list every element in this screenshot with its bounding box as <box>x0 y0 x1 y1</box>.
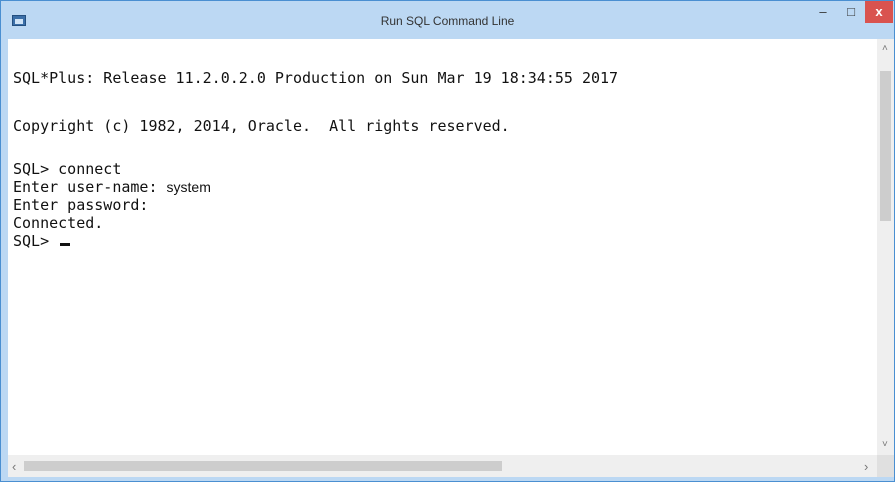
password-line: Enter password: <box>13 196 149 214</box>
title-bar[interactable]: Run SQL Command Line ‒ □ x <box>1 1 894 39</box>
scroll-down-arrow-icon[interactable]: ˅ <box>882 439 888 450</box>
user-name-value: system <box>166 179 211 195</box>
scroll-up-arrow-icon[interactable]: ˄ <box>882 43 888 54</box>
banner-line: SQL*Plus: Release 11.2.0.2.0 Production … <box>13 69 619 87</box>
status-line: Connected. <box>13 214 104 232</box>
user-name-line: Enter user-name: system <box>13 178 211 196</box>
user-name-label: Enter user-name: <box>13 178 167 196</box>
text-cursor <box>60 243 71 246</box>
console-output[interactable]: SQL*Plus: Release 11.2.0.2.0 Production … <box>8 39 877 455</box>
minimize-button[interactable]: ‒ <box>809 1 837 23</box>
horizontal-scrollbar[interactable]: ‹ › <box>8 455 877 477</box>
prompt-text: SQL> <box>13 232 59 250</box>
scroll-left-arrow-icon[interactable]: ‹ <box>12 459 16 474</box>
vertical-scrollbar[interactable]: ˄ ˅ <box>877 39 894 455</box>
horizontal-scroll-thumb[interactable] <box>24 461 502 471</box>
vertical-scroll-thumb[interactable] <box>880 71 891 221</box>
resize-grip[interactable] <box>877 455 894 477</box>
scroll-right-arrow-icon[interactable]: › <box>864 459 868 474</box>
copyright-line: Copyright (c) 1982, 2014, Oracle. All ri… <box>13 117 510 135</box>
maximize-button[interactable]: □ <box>837 1 865 23</box>
sql-command-line-window: Run SQL Command Line ‒ □ x SQL*Plus: Rel… <box>0 0 895 482</box>
connect-command-line: SQL> connect <box>13 160 122 178</box>
window-title: Run SQL Command Line <box>380 14 515 28</box>
close-button[interactable]: x <box>865 1 893 23</box>
prompt-line[interactable]: SQL> <box>13 232 71 250</box>
